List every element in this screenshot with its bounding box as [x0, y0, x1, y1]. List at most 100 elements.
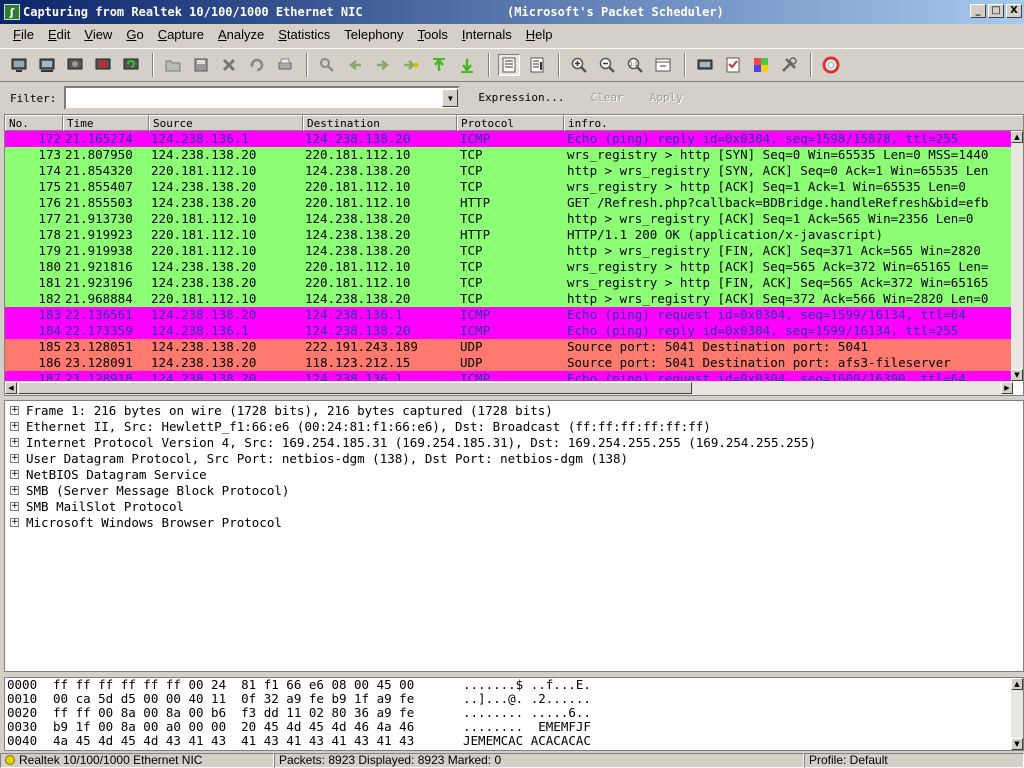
filter-combobox[interactable]: ▼ — [64, 86, 461, 110]
expand-plus-icon[interactable]: + — [10, 501, 19, 511]
capture-options-icon[interactable] — [36, 54, 58, 76]
clear-button[interactable]: Clear — [582, 87, 631, 109]
expression-button[interactable]: Expression... — [470, 87, 572, 109]
packet-row[interactable]: 185 23.128051 124.238.138.20 222.191.243.18… — [5, 339, 1013, 355]
menu-edit[interactable]: Edit — [41, 25, 77, 45]
apply-button[interactable]: Apply — [642, 87, 691, 109]
display-filters-icon[interactable] — [722, 54, 744, 76]
detail-tree-item[interactable]: + Internet Protocol Version 4, Src: 169.2… — [5, 434, 1023, 450]
bytes-vertical-scrollbar[interactable]: ▲ ▼ — [1011, 678, 1023, 750]
resize-columns-icon[interactable] — [652, 54, 674, 76]
stop-capture-icon[interactable] — [92, 54, 114, 76]
menu-analyze[interactable]: Analyze — [211, 25, 271, 45]
capture-filters-icon[interactable] — [694, 54, 716, 76]
column-header-no[interactable]: No. — [5, 115, 63, 131]
column-header-info[interactable]: infro. — [564, 115, 1023, 131]
packet-row[interactable]: 182 21.968884 220.181.112.10 124.238.138.20… — [5, 291, 1013, 307]
packet-list-horizontal-scrollbar[interactable]: ◀ ▶ — [5, 381, 1013, 395]
expand-plus-icon[interactable]: + — [10, 421, 19, 431]
print-icon[interactable] — [274, 54, 296, 76]
packet-list-vertical-scrollbar[interactable]: ▲ ▼ — [1011, 131, 1023, 381]
start-capture-icon[interactable] — [64, 54, 86, 76]
bytes-row[interactable]: 0000 ff ff ff ff ff ff 00 24 81 f1 66 e6 … — [5, 678, 1023, 692]
bytes-row[interactable]: 0020 ff ff 00 8a 00 8a 00 b6 f3 dd 11 02 … — [5, 706, 1023, 720]
scroll-up-icon[interactable]: ▲ — [1011, 678, 1023, 690]
normal-size-icon[interactable]: 1:1 — [624, 54, 646, 76]
packet-row[interactable]: 173 21.807950 124.238.138.20 220.181.112.10… — [5, 147, 1013, 163]
zoom-out-icon[interactable] — [596, 54, 618, 76]
go-to-packet-icon[interactable] — [400, 54, 422, 76]
horizontal-scroll-thumb[interactable] — [18, 382, 692, 394]
close-button[interactable]: X — [1006, 4, 1022, 18]
packet-row[interactable]: 181 21.923196 124.238.138.20 220.181.112.10… — [5, 275, 1013, 291]
expand-plus-icon[interactable]: + — [10, 469, 19, 479]
detail-tree-item[interactable]: + Microsoft Windows Browser Protocol — [5, 514, 1023, 530]
packet-row[interactable]: 180 21.921816 124.238.138.20 220.181.112.10… — [5, 259, 1013, 275]
packet-row[interactable]: 183 22.136561 124.238.138.20 124.238.136.1 I… — [5, 307, 1013, 323]
filter-input[interactable] — [66, 89, 437, 107]
coloring-rules-icon[interactable] — [750, 54, 772, 76]
status-interface[interactable]: Realtek 10/100/1000 Ethernet NIC — [0, 753, 274, 768]
bytes-row[interactable]: 0040 4a 45 4d 45 4d 43 41 43 41 43 41 43 … — [5, 734, 1023, 748]
preferences-icon[interactable] — [778, 54, 800, 76]
menu-telephony[interactable]: Telephony — [337, 25, 410, 45]
packet-row[interactable]: 174 21.854320 220.181.112.10 124.238.138.20… — [5, 163, 1013, 179]
packet-row[interactable]: 172 21.165274 124.238.136.1 124.238.138.20 I… — [5, 131, 1013, 147]
menu-statistics[interactable]: Statistics — [271, 25, 337, 45]
reload-icon[interactable] — [246, 54, 268, 76]
expert-info-led-icon[interactable] — [5, 755, 15, 765]
bytes-row[interactable]: 0030 b9 1f 00 8a 00 a0 00 00 20 45 4d 45 … — [5, 720, 1023, 734]
packet-row[interactable]: 177 21.913730 220.181.112.10 124.238.138.20… — [5, 211, 1013, 227]
maximize-button[interactable]: □ — [988, 4, 1004, 18]
column-header-destination[interactable]: Destination — [303, 115, 457, 131]
minimize-button[interactable]: _ — [970, 4, 986, 18]
auto-scroll-icon[interactable] — [526, 54, 548, 76]
go-back-icon[interactable] — [344, 54, 366, 76]
detail-tree-item[interactable]: + User Datagram Protocol, Src Port: netbi… — [5, 450, 1023, 466]
detail-tree-item[interactable]: + SMB MailSlot Protocol — [5, 498, 1023, 514]
restart-capture-icon[interactable] — [120, 54, 142, 76]
expand-plus-icon[interactable]: + — [10, 453, 19, 463]
packet-row[interactable]: 186 23.128091 124.238.138.20 118.123.212.15… — [5, 355, 1013, 371]
go-last-icon[interactable] — [456, 54, 478, 76]
column-header-protocol[interactable]: Protocol — [457, 115, 564, 131]
help-icon[interactable] — [820, 54, 842, 76]
go-forward-icon[interactable] — [372, 54, 394, 76]
packet-row[interactable]: 187 23.128918 124.238.138.20 124.238.136.1 I… — [5, 371, 1013, 381]
scroll-down-icon[interactable]: ▼ — [1011, 369, 1023, 381]
menu-capture[interactable]: Capture — [151, 25, 211, 45]
packet-row[interactable]: 175 21.855407 124.238.138.20 220.181.112.10… — [5, 179, 1013, 195]
expand-plus-icon[interactable]: + — [10, 485, 19, 495]
expand-plus-icon[interactable]: + — [10, 437, 19, 447]
chevron-down-icon[interactable]: ▼ — [442, 89, 459, 107]
column-header-source[interactable]: Source — [149, 115, 303, 131]
open-file-icon[interactable] — [162, 54, 184, 76]
scroll-up-icon[interactable]: ▲ — [1011, 131, 1023, 143]
expand-plus-icon[interactable]: + — [10, 517, 19, 527]
detail-tree-item[interactable]: + SMB (Server Message Block Protocol) — [5, 482, 1023, 498]
detail-tree-item[interactable]: + Frame 1: 216 bytes on wire (1728 bits),… — [5, 402, 1023, 418]
detail-tree-item[interactable]: + Ethernet II, Src: HewlettP_f1:66:e6 (00… — [5, 418, 1023, 434]
save-file-icon[interactable] — [190, 54, 212, 76]
menu-help[interactable]: Help — [519, 25, 560, 45]
close-file-icon[interactable] — [218, 54, 240, 76]
menu-view[interactable]: View — [77, 25, 119, 45]
menu-go[interactable]: Go — [119, 25, 150, 45]
expand-plus-icon[interactable]: + — [10, 405, 19, 415]
scroll-left-icon[interactable]: ◀ — [5, 382, 17, 394]
packet-row[interactable]: 184 22.173359 124.238.136.1 124.238.138.20 I… — [5, 323, 1013, 339]
menu-internals[interactable]: Internals — [455, 25, 519, 45]
find-packet-icon[interactable] — [316, 54, 338, 76]
zoom-in-icon[interactable] — [568, 54, 590, 76]
scroll-down-icon[interactable]: ▼ — [1011, 738, 1023, 750]
scroll-right-icon[interactable]: ▶ — [1001, 382, 1013, 394]
go-first-icon[interactable] — [428, 54, 450, 76]
bytes-row[interactable]: 005041 43 41 43 41 43 41 41 41 00 20 45 … — [5, 748, 1023, 751]
detail-tree-item[interactable]: + NetBIOS Datagram Service — [5, 466, 1023, 482]
packet-row[interactable]: 178 21.919923 220.181.112.10 124.238.138.20… — [5, 227, 1013, 243]
column-header-time[interactable]: Time — [63, 115, 149, 131]
menu-tools[interactable]: Tools — [411, 25, 455, 45]
packet-row[interactable]: 176 21.855503 124.238.138.20 220.181.112.10… — [5, 195, 1013, 211]
interfaces-icon[interactable] — [8, 54, 30, 76]
packet-row[interactable]: 179 21.919938 220.181.112.10 124.238.138.20… — [5, 243, 1013, 259]
